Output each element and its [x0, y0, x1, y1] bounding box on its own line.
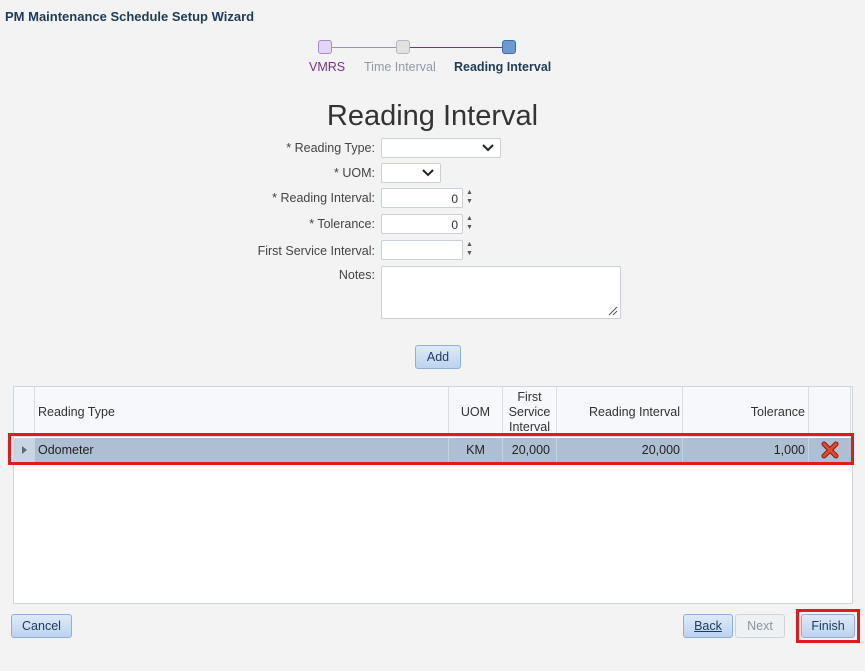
page-heading: Reading Interval [326, 100, 539, 132]
first-service-interval-label: First Service Interval: [257, 244, 375, 258]
step-vmrs-marker[interactable] [318, 40, 332, 54]
next-button: Next [735, 614, 785, 638]
notes-textarea[interactable] [381, 266, 621, 319]
add-button[interactable]: Add [415, 345, 461, 369]
step-time-interval-label[interactable]: Time Interval [364, 60, 436, 74]
cancel-button[interactable]: Cancel [11, 614, 72, 638]
tolerance-value: 0 [451, 218, 458, 232]
column-first-service-interval[interactable]: First Service Interval [503, 387, 557, 437]
column-actions [809, 387, 851, 437]
tolerance-label: * Tolerance: [309, 217, 375, 231]
reading-interval-value: 0 [451, 192, 458, 206]
window-title: PM Maintenance Schedule Setup Wizard [5, 9, 255, 24]
resize-handle-icon[interactable] [608, 306, 618, 316]
reading-type-label: * Reading Type: [286, 141, 375, 155]
table-header: Reading Type UOM First Service Interval … [14, 387, 852, 437]
reading-interval-stepper[interactable]: ▲ ▼ [464, 188, 475, 208]
first-service-interval-stepper[interactable]: ▲ ▼ [464, 240, 475, 260]
reading-type-select[interactable] [381, 138, 501, 158]
stepper-up-icon[interactable]: ▲ [464, 214, 475, 223]
reading-interval-input[interactable]: 0 [381, 188, 463, 208]
chevron-down-icon [482, 144, 494, 152]
step-time-interval-marker[interactable] [396, 40, 410, 54]
stepper-up-icon[interactable]: ▲ [464, 240, 475, 249]
notes-label: Notes: [338, 268, 375, 282]
chevron-down-icon [422, 169, 434, 177]
tolerance-stepper[interactable]: ▲ ▼ [464, 214, 475, 234]
first-service-interval-input[interactable] [381, 240, 463, 260]
step-reading-interval-marker[interactable] [502, 40, 516, 54]
step-connector [332, 47, 396, 48]
tolerance-input[interactable]: 0 [381, 214, 463, 234]
step-connector [410, 47, 502, 48]
column-selector-header [14, 387, 35, 437]
step-reading-interval-label: Reading Interval [454, 60, 552, 74]
stepper-down-icon[interactable]: ▼ [464, 197, 475, 206]
back-button[interactable]: Back [683, 614, 733, 638]
reading-interval-table: Reading Type UOM First Service Interval … [13, 386, 853, 604]
uom-label: * UOM: [334, 166, 375, 180]
uom-select[interactable] [381, 163, 441, 183]
stepper-down-icon[interactable]: ▼ [464, 223, 475, 232]
stepper-up-icon[interactable]: ▲ [464, 188, 475, 197]
column-tolerance[interactable]: Tolerance [683, 387, 809, 437]
stepper-down-icon[interactable]: ▼ [464, 249, 475, 258]
finish-highlight [796, 609, 860, 643]
column-uom[interactable]: UOM [449, 387, 503, 437]
row-highlight [8, 433, 854, 465]
step-vmrs-label[interactable]: VMRS [309, 60, 345, 74]
column-reading-type[interactable]: Reading Type [35, 387, 449, 437]
reading-interval-label: * Reading Interval: [272, 191, 375, 205]
column-reading-interval[interactable]: Reading Interval [557, 387, 683, 437]
